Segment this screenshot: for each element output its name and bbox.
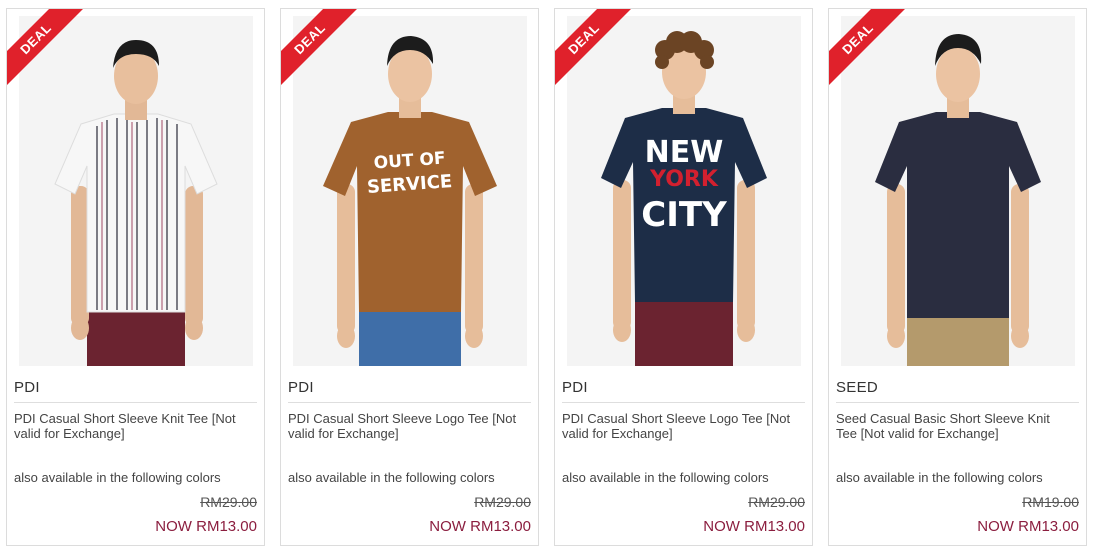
product-card[interactable]: NEW YORK CITY DEAL PDI PDI Casual Short … (554, 8, 813, 546)
colors-available-label: also available in the following colors (14, 470, 221, 485)
original-price: RM19.00 (1022, 494, 1079, 510)
product-grid: DEAL PDI PDI Casual Short Sleeve Knit Te… (6, 8, 1088, 546)
deal-ribbon: DEAL (829, 9, 909, 89)
product-brand[interactable]: PDI (288, 379, 531, 403)
product-card[interactable]: OUT OF SERVICE DEAL PDI PDI Casual Short… (280, 8, 539, 546)
product-card[interactable]: DEAL SEED Seed Casual Basic Short Sleeve… (828, 8, 1087, 546)
product-title[interactable]: Seed Casual Basic Short Sleeve Knit Tee … (836, 411, 1068, 441)
product-title[interactable]: PDI Casual Short Sleeve Logo Tee [Not va… (562, 411, 794, 441)
svg-text:NEW: NEW (645, 135, 724, 170)
product-card[interactable]: DEAL PDI PDI Casual Short Sleeve Knit Te… (6, 8, 265, 546)
colors-available-label: also available in the following colors (288, 470, 495, 485)
product-brand[interactable]: PDI (562, 379, 805, 403)
deal-ribbon: DEAL (7, 9, 87, 89)
deal-badge: DEAL (555, 9, 632, 87)
original-price: RM29.00 (748, 494, 805, 510)
deal-ribbon: DEAL (555, 9, 635, 89)
sale-price: NOW RM13.00 (977, 518, 1079, 535)
colors-available-label: also available in the following colors (836, 470, 1043, 485)
deal-badge: DEAL (829, 9, 906, 87)
product-brand[interactable]: SEED (836, 379, 1079, 403)
deal-badge: DEAL (7, 9, 84, 87)
product-brand[interactable]: PDI (14, 379, 257, 403)
product-title[interactable]: PDI Casual Short Sleeve Logo Tee [Not va… (288, 411, 520, 441)
original-price: RM29.00 (474, 494, 531, 510)
svg-text:YORK: YORK (649, 167, 719, 192)
sale-price: NOW RM13.00 (703, 518, 805, 535)
svg-text:CITY: CITY (641, 195, 727, 235)
deal-badge: DEAL (281, 9, 358, 87)
colors-available-label: also available in the following colors (562, 470, 769, 485)
product-title[interactable]: PDI Casual Short Sleeve Knit Tee [Not va… (14, 411, 246, 441)
sale-price: NOW RM13.00 (429, 518, 531, 535)
original-price: RM29.00 (200, 494, 257, 510)
deal-ribbon: DEAL (281, 9, 361, 89)
sale-price: NOW RM13.00 (155, 518, 257, 535)
